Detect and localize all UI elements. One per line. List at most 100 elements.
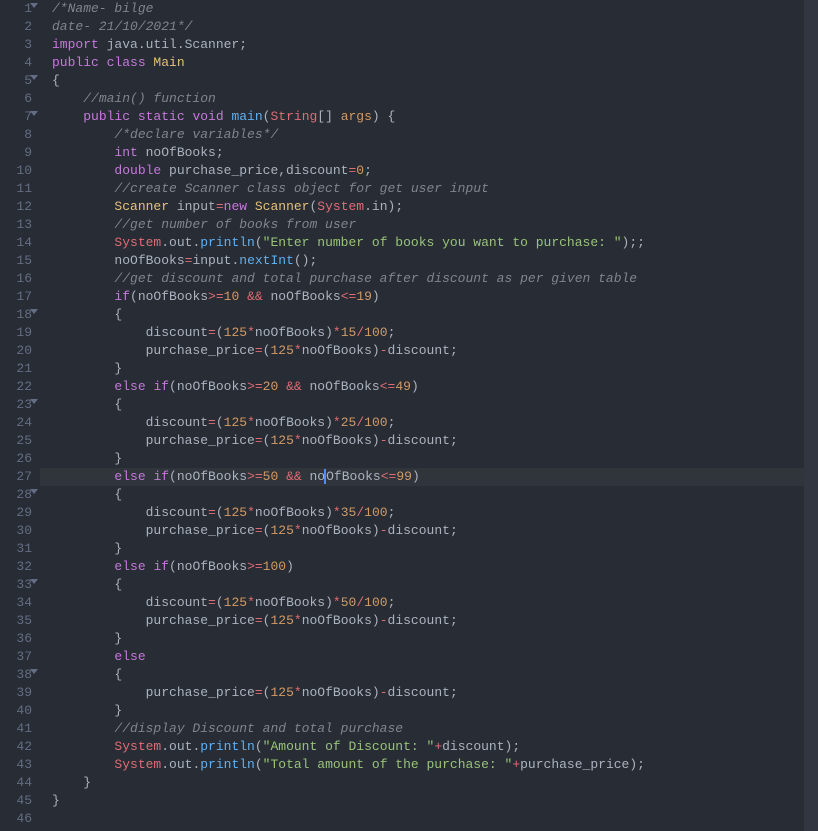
- code-line: //get number of books from user: [52, 216, 818, 234]
- line-number: 42: [8, 738, 32, 756]
- code-line: purchase_price=(125*noOfBooks)-discount;: [52, 342, 818, 360]
- code-line: if(noOfBooks>=10 && noOfBooks<=19): [52, 288, 818, 306]
- line-number: 46: [8, 810, 32, 828]
- code-line: purchase_price=(125*noOfBooks)-discount;: [52, 432, 818, 450]
- code-line: public class Main: [52, 54, 818, 72]
- code-line: System.out.println("Enter number of book…: [52, 234, 818, 252]
- vertical-scrollbar[interactable]: [804, 0, 818, 831]
- line-number: 29: [8, 504, 32, 522]
- line-number: 15: [8, 252, 32, 270]
- line-number: 14: [8, 234, 32, 252]
- code-line: discount=(125*noOfBooks)*15/100;: [52, 324, 818, 342]
- line-number: 21: [8, 360, 32, 378]
- code-line: }: [52, 360, 818, 378]
- line-number: 7: [8, 108, 32, 126]
- code-line: Scanner input=new Scanner(System.in);: [52, 198, 818, 216]
- code-line: }: [52, 540, 818, 558]
- line-number: 39: [8, 684, 32, 702]
- code-line: //display Discount and total purchase: [52, 720, 818, 738]
- code-line: discount=(125*noOfBooks)*50/100;: [52, 594, 818, 612]
- code-line: {: [52, 306, 818, 324]
- fold-toggle-icon[interactable]: [30, 579, 38, 584]
- fold-toggle-icon[interactable]: [30, 75, 38, 80]
- code-line: }: [52, 450, 818, 468]
- code-line: {: [52, 396, 818, 414]
- code-line: discount=(125*noOfBooks)*25/100;: [52, 414, 818, 432]
- line-number: 38: [8, 666, 32, 684]
- line-number: 1: [8, 0, 32, 18]
- line-number: 23: [8, 396, 32, 414]
- code-line: //main() function: [52, 90, 818, 108]
- line-number: 43: [8, 756, 32, 774]
- code-line: }: [52, 774, 818, 792]
- line-number: 4: [8, 54, 32, 72]
- line-number: 22: [8, 378, 32, 396]
- line-number: 31: [8, 540, 32, 558]
- code-line: int noOfBooks;: [52, 144, 818, 162]
- line-number: 35: [8, 612, 32, 630]
- code-line: System.out.println("Total amount of the …: [52, 756, 818, 774]
- code-line: {: [52, 486, 818, 504]
- line-number: 33: [8, 576, 32, 594]
- code-line-active: else if(noOfBooks>=50 && noOfBooks<=99): [40, 468, 818, 486]
- code-line: System.out.println("Amount of Discount: …: [52, 738, 818, 756]
- line-number: 40: [8, 702, 32, 720]
- code-line: purchase_price=(125*noOfBooks)-discount;: [52, 522, 818, 540]
- line-gutter: 1234567891011121314151617181920212223242…: [0, 0, 40, 831]
- line-number: 27: [8, 468, 32, 486]
- line-number: 19: [8, 324, 32, 342]
- line-number: 41: [8, 720, 32, 738]
- line-number: 3: [8, 36, 32, 54]
- line-number: 25: [8, 432, 32, 450]
- line-number: 6: [8, 90, 32, 108]
- line-number: 9: [8, 144, 32, 162]
- code-line: }: [52, 792, 818, 810]
- fold-toggle-icon[interactable]: [30, 3, 38, 8]
- line-number: 10: [8, 162, 32, 180]
- line-number: 13: [8, 216, 32, 234]
- line-number: 12: [8, 198, 32, 216]
- code-line: noOfBooks=input.nextInt();: [52, 252, 818, 270]
- line-number: 18: [8, 306, 32, 324]
- line-number: 5: [8, 72, 32, 90]
- fold-toggle-icon[interactable]: [30, 399, 38, 404]
- line-number: 24: [8, 414, 32, 432]
- code-line: [52, 810, 818, 828]
- line-number: 8: [8, 126, 32, 144]
- line-number: 28: [8, 486, 32, 504]
- fold-toggle-icon[interactable]: [30, 111, 38, 116]
- line-number: 16: [8, 270, 32, 288]
- code-line: else if(noOfBooks>=100): [52, 558, 818, 576]
- line-number: 34: [8, 594, 32, 612]
- code-line: purchase_price=(125*noOfBooks)-discount;: [52, 612, 818, 630]
- fold-toggle-icon[interactable]: [30, 669, 38, 674]
- code-line: else: [52, 648, 818, 666]
- code-line: purchase_price=(125*noOfBooks)-discount;: [52, 684, 818, 702]
- code-line: /*declare variables*/: [52, 126, 818, 144]
- line-number: 11: [8, 180, 32, 198]
- code-line: import java.util.Scanner;: [52, 36, 818, 54]
- line-number: 36: [8, 630, 32, 648]
- code-line: {: [52, 576, 818, 594]
- code-line: {: [52, 72, 818, 90]
- code-line: }: [52, 630, 818, 648]
- code-line: else if(noOfBooks>=20 && noOfBooks<=49): [52, 378, 818, 396]
- code-line: date- 21/10/2021*/: [52, 18, 818, 36]
- code-line: //get discount and total purchase after …: [52, 270, 818, 288]
- code-line: discount=(125*noOfBooks)*35/100;: [52, 504, 818, 522]
- code-editor[interactable]: /*Name- bilge date- 21/10/2021*/ import …: [40, 0, 818, 831]
- line-number: 2: [8, 18, 32, 36]
- code-line: }: [52, 702, 818, 720]
- line-number: 45: [8, 792, 32, 810]
- line-number: 26: [8, 450, 32, 468]
- line-number: 32: [8, 558, 32, 576]
- code-line: double purchase_price,discount=0;: [52, 162, 818, 180]
- line-number: 17: [8, 288, 32, 306]
- code-line: //create Scanner class object for get us…: [52, 180, 818, 198]
- code-line: /*Name- bilge: [52, 0, 818, 18]
- code-line: public static void main(String[] args) {: [52, 108, 818, 126]
- code-line: {: [52, 666, 818, 684]
- fold-toggle-icon[interactable]: [30, 489, 38, 494]
- fold-toggle-icon[interactable]: [30, 309, 38, 314]
- line-number: 37: [8, 648, 32, 666]
